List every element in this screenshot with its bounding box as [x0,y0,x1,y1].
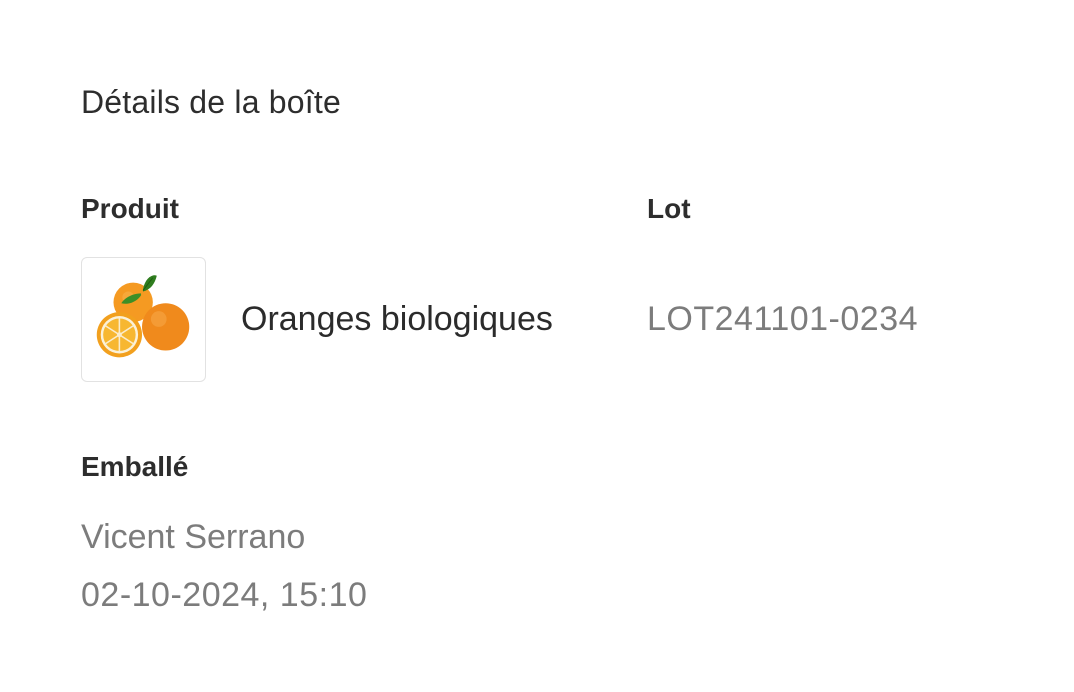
product-label: Produit [81,193,179,224]
product-name: Oranges biologiques [241,300,553,338]
lot-label: Lot [647,193,691,224]
oranges-image [96,275,190,358]
packed-timestamp: 02-10-2024, 15:10 [81,576,368,614]
box-details-panel: Détails de la boîte Produit Lot Oranges … [0,0,1074,692]
product-thumbnail [81,257,206,382]
lot-number: LOT241101-0234 [647,300,919,338]
packed-label: Emballé [81,451,189,482]
section-title: Détails de la boîte [81,84,341,120]
packed-by-name: Vicent Serrano [81,518,306,556]
